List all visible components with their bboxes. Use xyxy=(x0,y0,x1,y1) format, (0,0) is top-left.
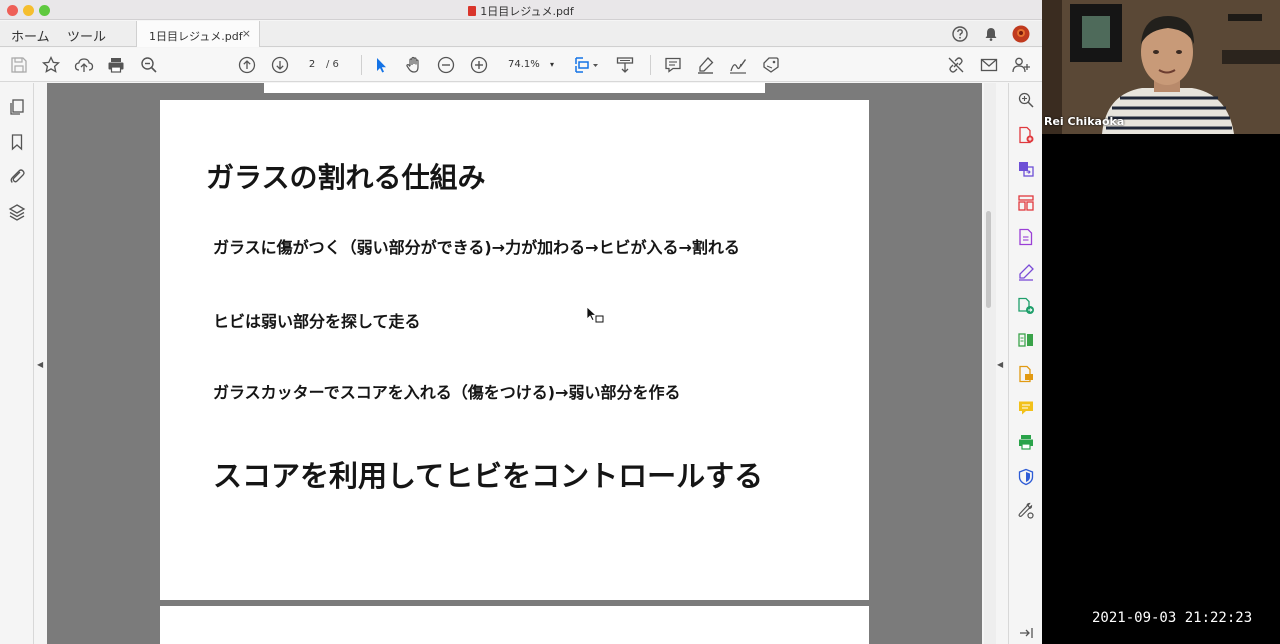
page-total: / 6 xyxy=(326,59,339,70)
slide-line-3: ガラスカッターでスコアを入れる（傷をつける)→弱い部分を作る xyxy=(213,383,681,402)
page-fit-icon[interactable] xyxy=(573,55,601,75)
chevron-down-icon: ▾ xyxy=(549,60,554,69)
zoom-plus-icon[interactable] xyxy=(469,55,489,75)
edit-pages-icon[interactable] xyxy=(1017,194,1035,212)
toolbar-divider xyxy=(650,55,651,75)
organize-pages-icon[interactable] xyxy=(1017,160,1035,178)
close-tab-button[interactable]: × xyxy=(242,27,251,40)
zoom-value: 74.1% xyxy=(508,59,540,70)
combine-files-icon[interactable] xyxy=(1017,297,1035,315)
tab-tools[interactable]: ツール xyxy=(67,26,106,45)
mail-icon[interactable] xyxy=(979,55,999,75)
page-down-icon[interactable] xyxy=(270,55,290,75)
notifications-bell-icon[interactable] xyxy=(982,25,1000,43)
tab-bar: ホーム ツール 1日目レジュメ.pdf × xyxy=(0,21,1042,47)
slide-line-1: ガラスに傷がつく（弱い部分ができる)→力が加わる→ヒビが入る→割れる xyxy=(213,238,740,257)
vertical-scrollbar[interactable] xyxy=(984,83,996,644)
scrollbar-thumb[interactable] xyxy=(986,211,991,308)
zoom-dropdown[interactable]: 74.1% ▾ xyxy=(500,56,558,74)
right-tools-rail xyxy=(1008,83,1042,644)
collapse-tools-pane-icon[interactable] xyxy=(1017,624,1035,642)
print-icon[interactable] xyxy=(106,55,126,75)
scroll-mode-icon[interactable] xyxy=(615,55,635,75)
window-title-text: 1日目レジュメ.pdf xyxy=(480,5,574,18)
page-thumbnails-icon[interactable] xyxy=(8,98,26,116)
comment-icon[interactable] xyxy=(663,55,683,75)
mouse-pointer-icon xyxy=(586,306,606,326)
user-avatar[interactable] xyxy=(1012,25,1030,43)
more-tools-icon[interactable] xyxy=(1017,502,1035,520)
left-navigation-rail xyxy=(0,83,34,644)
print-production-icon[interactable] xyxy=(1017,433,1035,451)
protect-shield-icon[interactable] xyxy=(1017,468,1035,486)
acrobat-window: 1日目レジュメ.pdf ホーム ツール 1日目レジュメ.pdf × 2 / 6 … xyxy=(0,0,1042,644)
document-tab-label: 1日目レジュメ.pdf xyxy=(149,30,243,43)
page-number-input[interactable]: 2 xyxy=(300,56,324,74)
export-file-icon[interactable] xyxy=(1017,365,1035,383)
search-icon[interactable] xyxy=(1017,91,1035,109)
layers-icon[interactable] xyxy=(8,203,26,221)
participant-name: Rei Chikaoka xyxy=(1044,115,1125,128)
slide-title: ガラスの割れる仕組み xyxy=(206,161,486,194)
bookmarks-icon[interactable] xyxy=(8,133,26,151)
video-call-panel: Rei Chikaoka 2021-09-03 21:22:23 xyxy=(1042,0,1280,644)
previous-page-edge xyxy=(264,83,765,93)
right-panel-collapse-button[interactable]: ◀ xyxy=(997,360,1003,369)
save-icon[interactable] xyxy=(9,55,29,75)
create-pdf-icon[interactable] xyxy=(1017,228,1035,246)
page-up-icon[interactable] xyxy=(237,55,257,75)
zoom-out-magnifier-icon[interactable] xyxy=(139,55,159,75)
sign-icon[interactable] xyxy=(728,55,748,75)
recording-timestamp: 2021-09-03 21:22:23 xyxy=(1092,610,1253,626)
next-page-edge xyxy=(160,606,869,644)
toolbar-divider xyxy=(361,55,362,75)
window-title: 1日目レジュメ.pdf xyxy=(0,3,1042,19)
slide-conclusion: スコアを利用してヒビをコントロールする xyxy=(213,459,764,493)
fill-sign-icon[interactable] xyxy=(1017,263,1035,281)
participant-video: Rei Chikaoka xyxy=(1042,0,1280,134)
pdf-file-icon xyxy=(468,6,477,16)
select-cursor-icon[interactable] xyxy=(371,55,391,75)
toolbar: 2 / 6 74.1% ▾ xyxy=(0,48,1042,82)
attachments-icon[interactable] xyxy=(8,167,26,185)
hand-icon[interactable] xyxy=(404,55,424,75)
upload-icon[interactable] xyxy=(74,55,94,75)
share-link-icon[interactable] xyxy=(946,55,966,75)
slide-line-2: ヒビは弱い部分を探して走る xyxy=(213,312,421,331)
zoom-minus-icon[interactable] xyxy=(436,55,456,75)
title-bar: 1日目レジュメ.pdf xyxy=(0,0,1042,20)
stamp-icon[interactable] xyxy=(761,55,781,75)
pdf-page: ガラスの割れる仕組み ガラスに傷がつく（弱い部分ができる)→力が加わる→ヒビが入… xyxy=(160,100,869,600)
highlight-icon[interactable] xyxy=(696,55,716,75)
compare-files-icon[interactable] xyxy=(1017,331,1035,349)
comment-tool-icon[interactable] xyxy=(1017,399,1035,417)
export-pdf-icon[interactable] xyxy=(1017,126,1035,144)
left-panel-collapse-button[interactable]: ◀ xyxy=(37,360,43,369)
add-user-icon[interactable] xyxy=(1011,55,1031,75)
tab-document[interactable]: 1日目レジュメ.pdf × xyxy=(136,21,260,47)
document-viewer[interactable]: ガラスの割れる仕組み ガラスに傷がつく（弱い部分ができる)→力が加わる→ヒビが入… xyxy=(47,83,982,644)
bookmark-star-icon[interactable] xyxy=(41,55,61,75)
help-icon[interactable] xyxy=(951,25,969,43)
tab-home[interactable]: ホーム xyxy=(11,26,50,45)
